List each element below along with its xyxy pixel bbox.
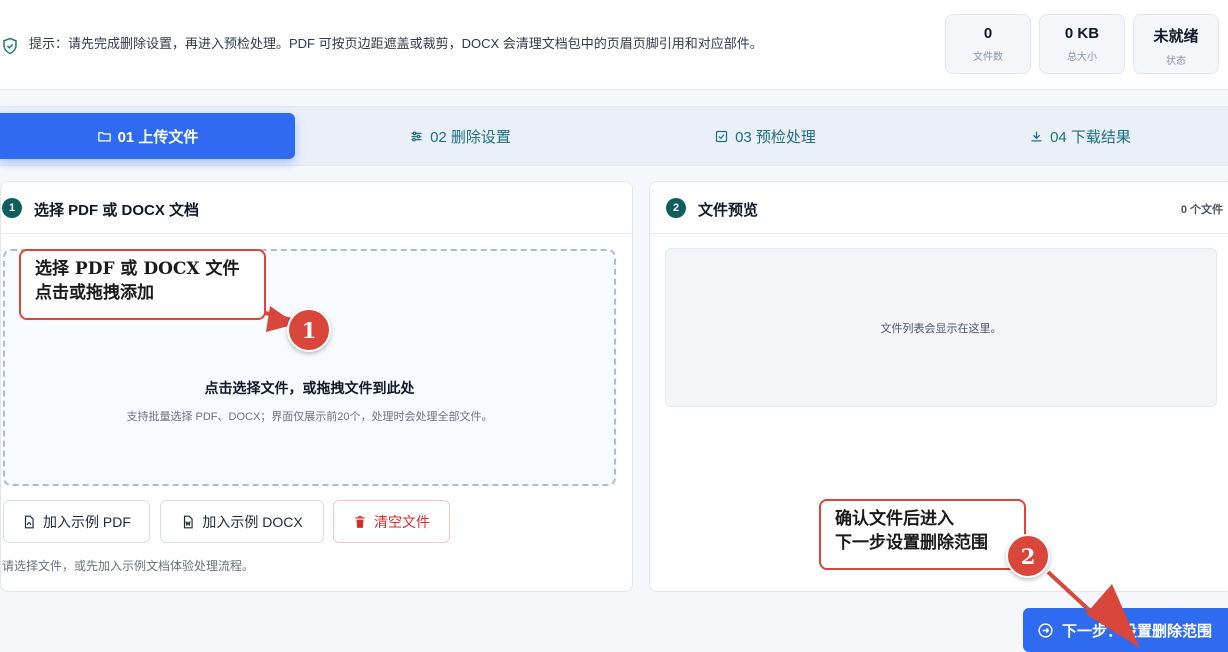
hint-text: 提示：请先完成删除设置，再进入预检处理。PDF 可按页边距遮盖或裁剪，DOCX … [29, 36, 763, 51]
word-file-icon [184, 515, 193, 528]
tab-label: 02 删除设置 [430, 128, 511, 146]
tab-upload[interactable]: 01 上传文件 [0, 113, 295, 159]
file-count: 0 个文件 [1180, 204, 1223, 216]
step-number: 2 [666, 198, 686, 218]
tab-delete-settings[interactable]: 02 删除设置 [310, 113, 610, 159]
step-number: 1 [2, 198, 22, 218]
checkbox-icon [715, 130, 728, 142]
file-list-empty: 文件列表会显示在这里。 [665, 248, 1217, 407]
add-sample-docx-button[interactable]: 加入示例 DOCX [160, 500, 324, 543]
stat-value: 0 [983, 25, 993, 42]
callout-line: 点击或拖拽添加 [35, 283, 154, 303]
shield-check-icon [3, 37, 17, 55]
tab-precheck[interactable]: 03 预检处理 [615, 113, 915, 159]
tab-label: 04 下载结果 [1050, 128, 1131, 146]
folder-icon [97, 131, 111, 141]
tab-label: 03 预检处理 [735, 128, 816, 146]
tab-download[interactable]: 04 下载结果 [930, 113, 1228, 159]
annotation-badge-2: 2 [1006, 534, 1050, 578]
button-label: 加入示例 PDF [43, 513, 131, 530]
stat-value: 0 KB [1064, 25, 1100, 42]
empty-text: 文件列表会显示在这里。 [880, 322, 1002, 335]
button-label: 加入示例 DOCX [202, 513, 303, 530]
stat-status: 未就绪 状态 [1133, 14, 1219, 74]
hint-bar: 提示：请先完成删除设置，再进入预检处理。PDF 可按页边距遮盖或裁剪，DOCX … [0, 0, 1228, 90]
stat-label: 文件数 [973, 52, 1003, 63]
stat-total-size: 0 KB 总大小 [1039, 14, 1125, 74]
clear-files-button[interactable]: 清空文件 [333, 500, 450, 543]
arrow-circle-right-icon [1038, 622, 1053, 638]
button-label: 下一步：设置删除范围 [1062, 622, 1213, 640]
annotation-callout-2: 确认文件后进入 下一步设置删除范围 [819, 499, 1026, 570]
panel-title: 选择 PDF 或 DOCX 文档 [34, 202, 200, 219]
annotation-callout-1: 选择 PDF 或 DOCX 文件 点击或拖拽添加 [19, 249, 266, 320]
stat-label: 总大小 [1067, 52, 1097, 63]
panel-header: 1 选择 PDF 或 DOCX 文档 [1, 182, 632, 234]
stat-label: 状态 [1166, 56, 1186, 67]
dropzone-subtitle: 支持批量选择 PDF、DOCX；界面仅展示前20个，处理时会处理全部文件。 [126, 411, 493, 423]
pdf-file-icon [24, 515, 34, 528]
panel-header: 2 文件预览 0 个文件 [650, 182, 1228, 234]
callout-line: 确认文件后进入 [835, 509, 954, 529]
trash-icon [355, 515, 365, 528]
annotation-badge-1: 1 [287, 308, 331, 352]
button-label: 清空文件 [374, 513, 430, 530]
callout-line: 下一步设置删除范围 [835, 533, 988, 553]
panel-title: 文件预览 [698, 202, 759, 219]
add-sample-pdf-button[interactable]: 加入示例 PDF [3, 500, 150, 543]
next-step-button[interactable]: 下一步：设置删除范围 [1023, 608, 1228, 652]
stat-file-count: 0 文件数 [945, 14, 1031, 74]
stat-value: 未就绪 [1153, 28, 1199, 45]
download-icon [1031, 131, 1042, 141]
step-tabs: 01 上传文件 02 删除设置 03 预检处理 04 下载结果 [0, 106, 1228, 166]
upload-helper-text: 请选择文件，或先加入示例文档体验处理流程。 [2, 559, 255, 573]
dropzone-title: 点击选择文件，或拖拽文件到此处 [204, 380, 415, 396]
sliders-icon [411, 131, 422, 141]
tab-label: 01 上传文件 [117, 128, 199, 146]
callout-line: 选择 PDF 或 DOCX 文件 [35, 259, 240, 279]
